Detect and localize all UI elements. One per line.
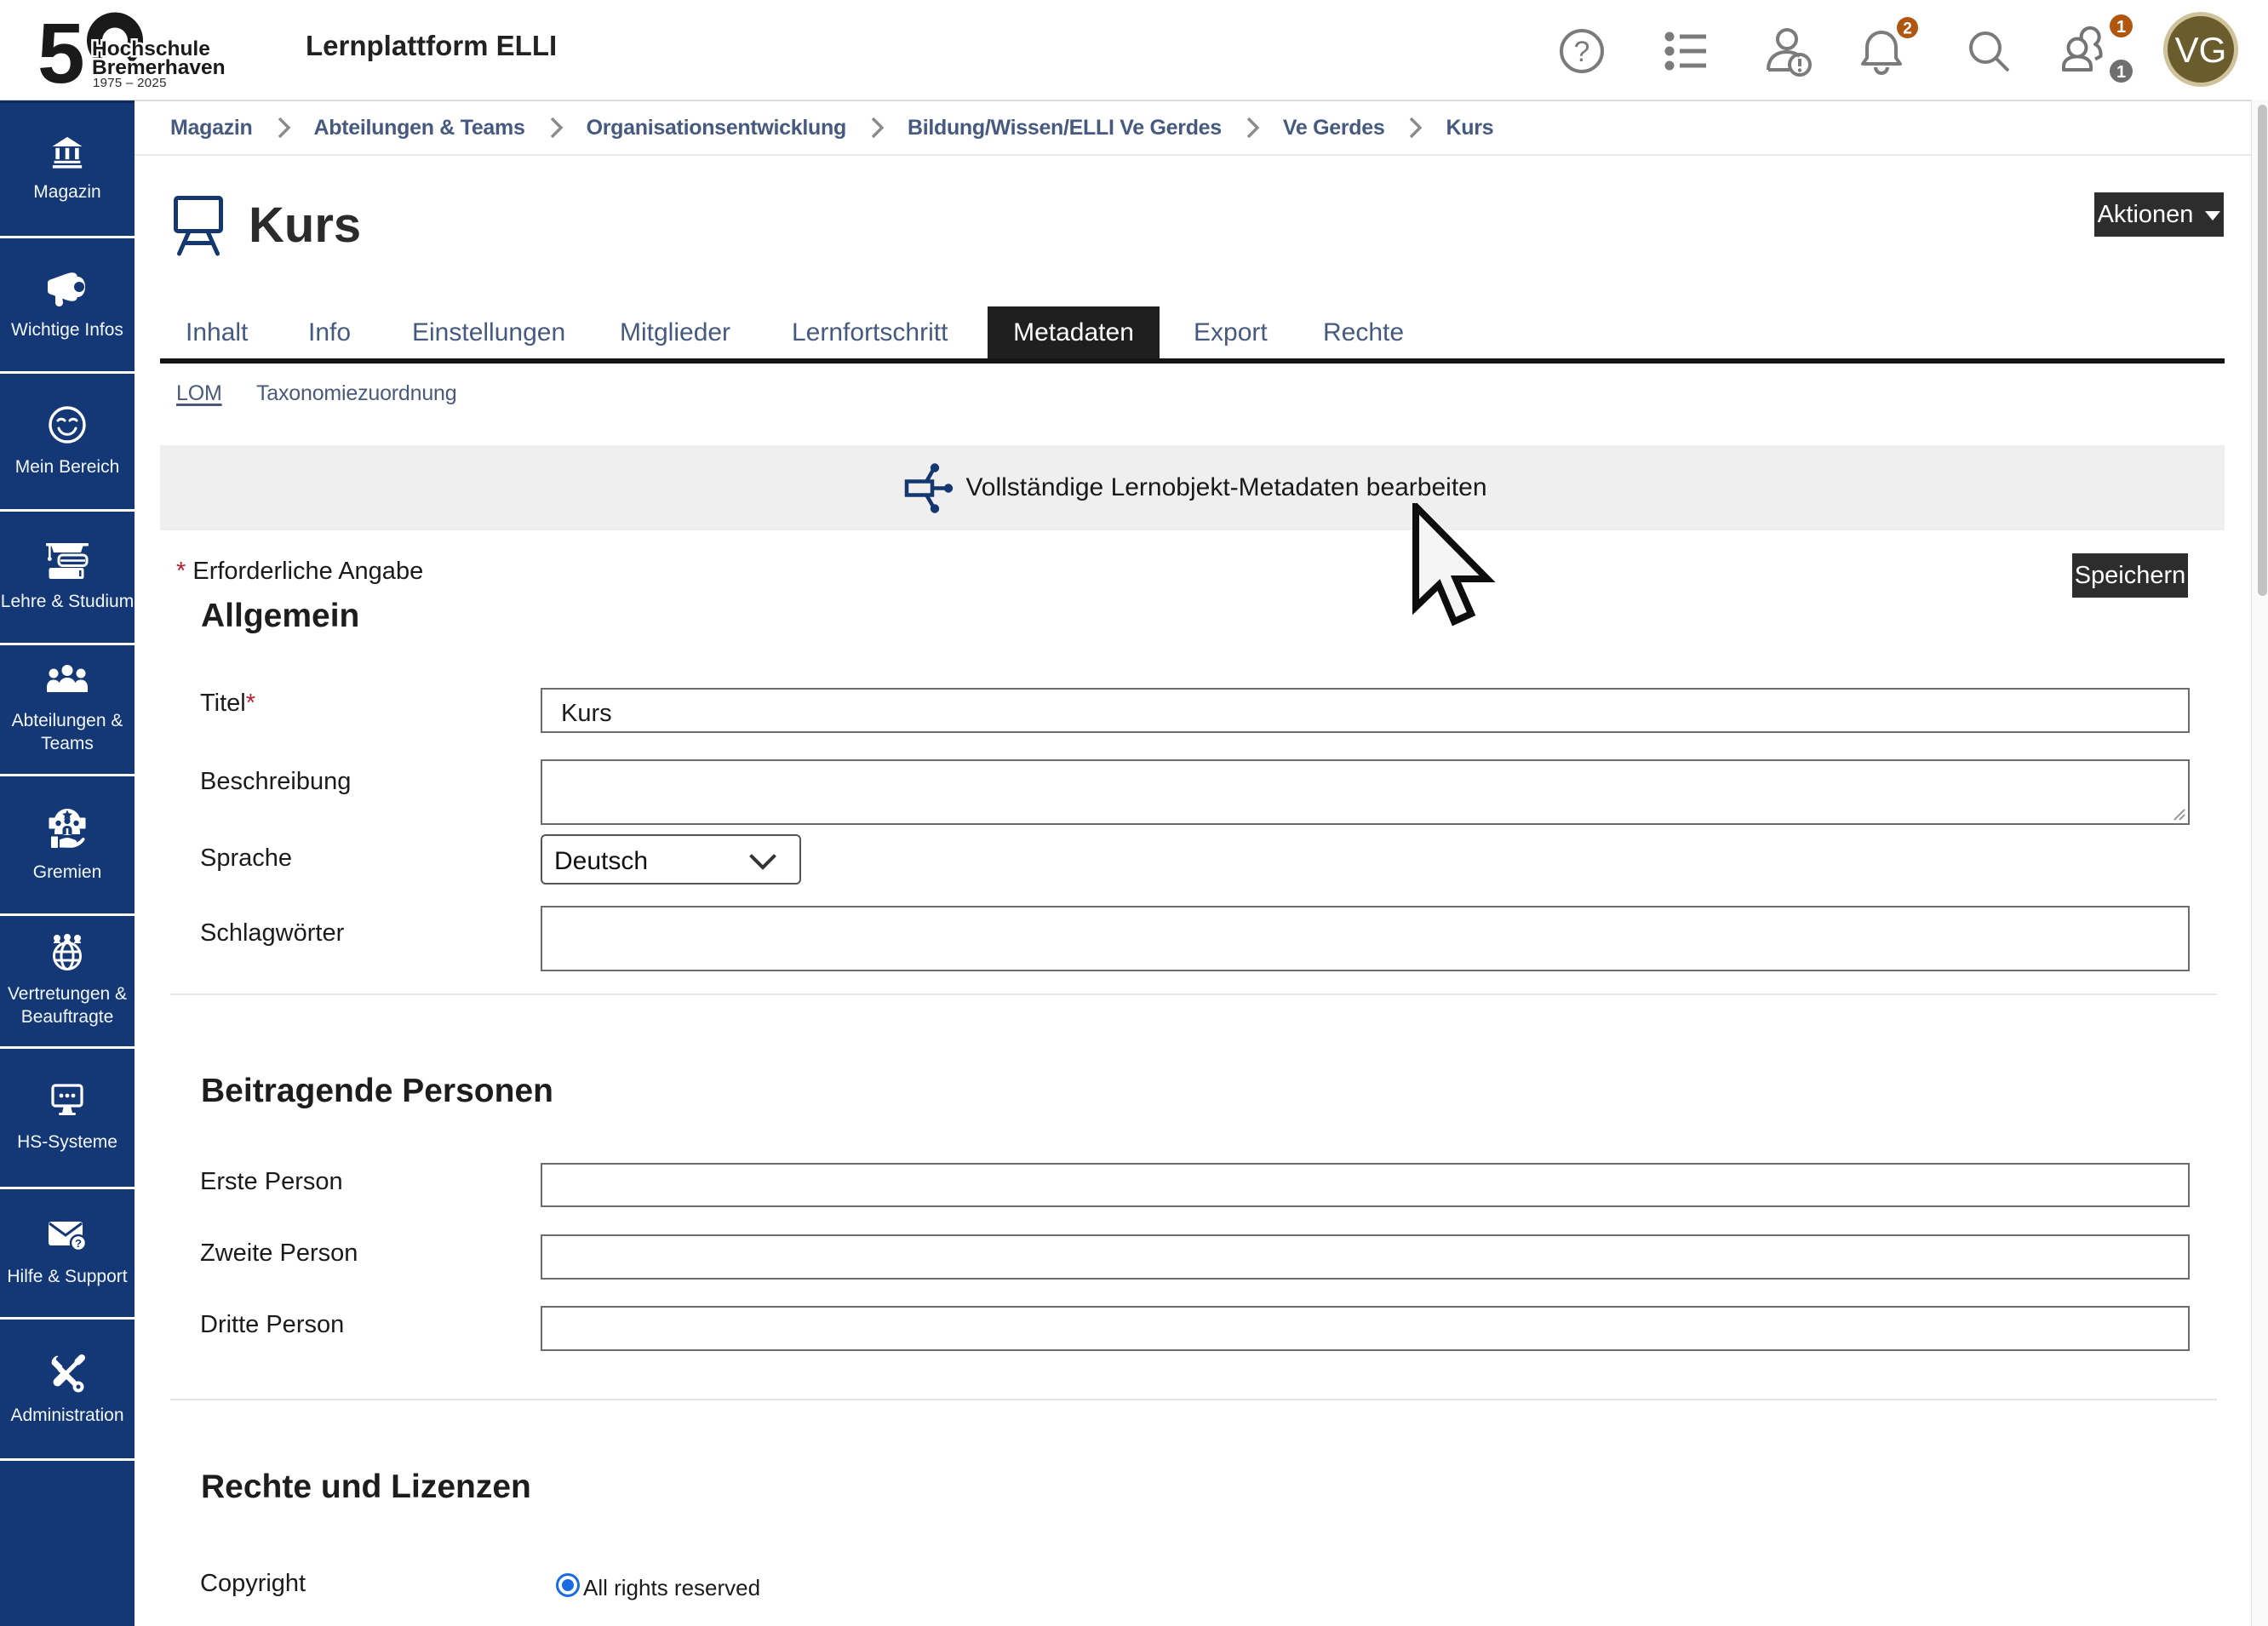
svg-text:2: 2 <box>1903 20 1912 38</box>
svg-text:5: 5 <box>39 10 85 92</box>
svg-text:1: 1 <box>2116 18 2126 37</box>
svg-text:?: ? <box>1574 36 1590 68</box>
svg-text:1975 – 2025: 1975 – 2025 <box>93 76 167 90</box>
svg-text:?: ? <box>75 1237 82 1250</box>
svg-text:1: 1 <box>2116 63 2126 82</box>
svg-text:VG: VG <box>2175 30 2227 70</box>
